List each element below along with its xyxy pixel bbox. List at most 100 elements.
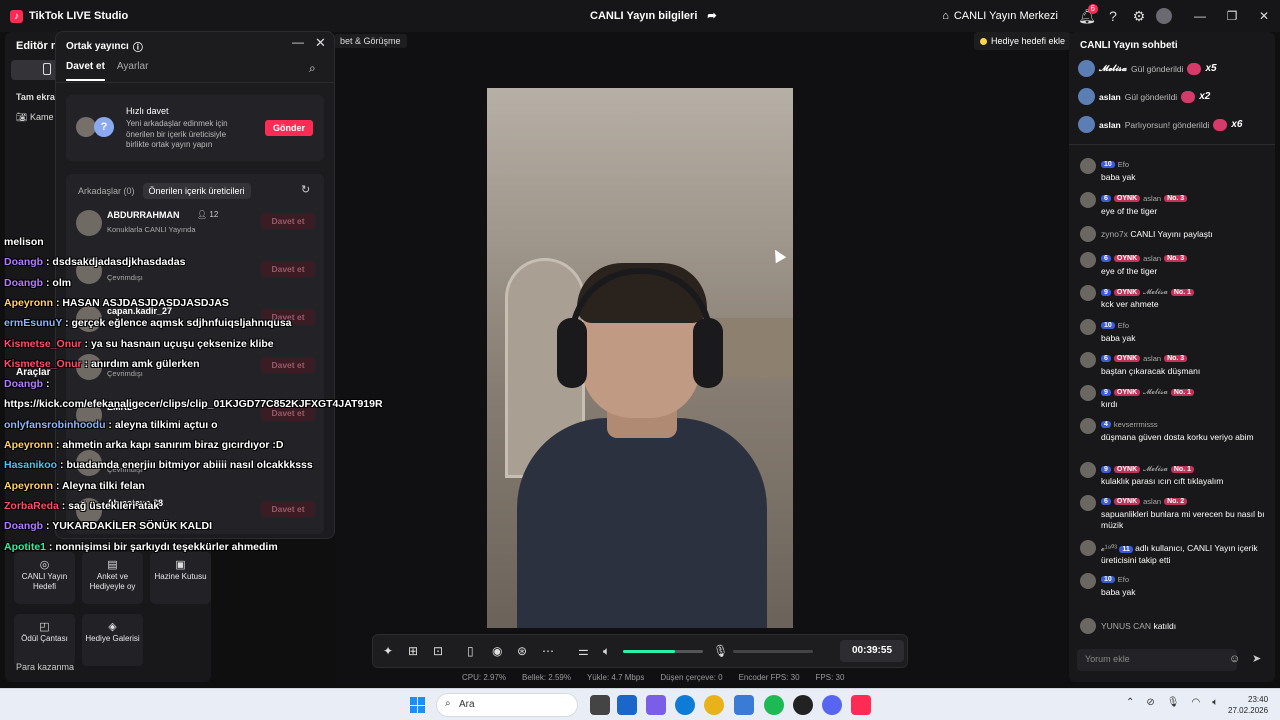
microphone-icon[interactable]: 🎙︎	[713, 644, 728, 658]
overlay-chat-user: Apeyronn	[4, 479, 54, 492]
bell-icon[interactable]: 🔔︎ 6	[1074, 3, 1100, 29]
overlay-chat-text: : gerçek eğlence aqmsk sdjhnfuiqsljahnıq…	[65, 317, 292, 330]
outlook-icon[interactable]	[617, 695, 637, 715]
mic-tray-icon[interactable]: 🎙︎	[1167, 697, 1180, 708]
chrome-icon[interactable]	[704, 695, 724, 715]
message-meta: 9 OYNK 𝓜𝓮𝓵𝓲𝓼𝓪 No. 1	[1101, 387, 1194, 397]
taskbar-search[interactable]: ⌕ Ara	[436, 693, 578, 717]
minimize-button[interactable]: —	[1184, 0, 1216, 32]
speaker-icon[interactable]: 🔈︎	[603, 644, 610, 659]
avatar	[1080, 285, 1096, 301]
edge-icon[interactable]	[675, 695, 695, 715]
follow-user[interactable]: 𝓮¹⁹⁰³	[1101, 543, 1117, 553]
clock[interactable]: 23:40 27.02.2026	[1228, 694, 1268, 716]
volume-icon[interactable]: 🔈︎	[1212, 697, 1218, 708]
file-explorer-icon[interactable]	[590, 695, 610, 715]
overlay-chat-user: Doangb	[4, 520, 44, 533]
overlay-chat-user: Apeyronn	[4, 439, 54, 451]
wifi-icon[interactable]: ◠	[1191, 697, 1200, 708]
live-center-link[interactable]: ⌂ CANLI Yayın Merkezi	[942, 10, 1058, 22]
chevron-up-icon[interactable]: ⌃	[1126, 697, 1134, 708]
message-user[interactable]: kevserrmisss	[1114, 420, 1158, 429]
send-button[interactable]: Gönder	[265, 120, 313, 136]
record-icon[interactable]: ◉	[492, 644, 502, 658]
headphone-right	[693, 318, 723, 388]
emoji-icon[interactable]: ☺	[1229, 653, 1240, 665]
more-icon[interactable]: ⋯	[542, 644, 554, 658]
tool-poll[interactable]: ▤ Anket ve Hediyeyle oy	[82, 552, 143, 604]
message-user[interactable]: 𝓜𝓮𝓵𝓲𝓼𝓪	[1143, 387, 1168, 397]
overlay-chat-user: Kismetse_Onur	[4, 337, 82, 350]
invite-button[interactable]: Davet et	[261, 357, 315, 373]
live-info[interactable]: CANLI Yayın bilgileri ➦	[590, 9, 717, 23]
gear-icon[interactable]: ⚙	[1126, 3, 1152, 29]
overlay-chat-text: : buadamda enerjiıı bitmiyor abiiii nası…	[60, 459, 313, 472]
avatar[interactable]	[1156, 8, 1172, 24]
message-user[interactable]: aslan	[1143, 254, 1161, 263]
add-gift-goal-button[interactable]: Hediye hedefi ekle	[974, 32, 1072, 50]
layout-icon[interactable]: ⊡	[433, 644, 443, 658]
close-button[interactable]: ✕	[1248, 0, 1280, 32]
message-user[interactable]: 𝓜𝓮𝓵𝓲𝓼𝓪	[1143, 464, 1168, 474]
invite-button[interactable]: Davet et	[261, 501, 315, 517]
notification-badge: 6	[1087, 4, 1098, 14]
add-source-icon[interactable]: ⊞	[408, 644, 418, 658]
camera-switch-icon[interactable]: ⊛	[517, 644, 527, 658]
tool-reward-bag[interactable]: ◰ Ödül Çantası	[14, 614, 75, 666]
network-icon[interactable]: ⊘	[1146, 697, 1154, 708]
send-icon[interactable]: ➤	[1252, 652, 1261, 665]
fan-club-badge: OYNK	[1113, 255, 1141, 262]
invite-button[interactable]: Davet et	[261, 261, 315, 277]
camera-source[interactable]: 📷︎ Kame	[16, 112, 53, 123]
info-icon[interactable]: ⓘ	[133, 39, 143, 54]
tool-live-goal[interactable]: ◎ CANLI Yayın Hedefi	[14, 552, 75, 604]
minimize-icon[interactable]: —	[292, 35, 304, 49]
settings-app-icon[interactable]	[734, 695, 754, 715]
maximize-button[interactable]: ❐	[1216, 0, 1248, 32]
help-icon[interactable]: ?	[1100, 3, 1126, 29]
tool-label: Anket ve Hediyeyle oy	[89, 572, 136, 591]
search-icon[interactable]: ⌕	[309, 61, 316, 76]
discord-icon[interactable]	[822, 695, 842, 715]
join-user[interactable]: YUNUS CAN	[1101, 621, 1151, 631]
windows-start-icon[interactable]	[410, 697, 426, 713]
comment-input[interactable]: Yorum ekle	[1077, 649, 1237, 671]
stat-fps: FPS: 30	[815, 673, 845, 682]
message-user[interactable]: Efo	[1118, 160, 1129, 169]
message-user[interactable]: Efo	[1118, 575, 1129, 584]
app-icon[interactable]	[793, 695, 813, 715]
spotify-icon[interactable]	[764, 695, 784, 715]
mic-slider[interactable]	[733, 650, 813, 653]
volume-slider[interactable]	[623, 650, 703, 653]
refresh-icon[interactable]: ↻	[301, 183, 310, 196]
tab-suggested-creators[interactable]: Önerilen içerik üreticileri	[142, 183, 251, 199]
copilot-icon[interactable]	[646, 695, 666, 715]
rank-badge: No. 3	[1164, 255, 1188, 262]
message-text: baba yak	[1101, 587, 1136, 597]
magic-wand-icon[interactable]: ✦	[383, 644, 393, 658]
tool-treasure-box[interactable]: ▣ Hazine Kutusu	[150, 552, 211, 604]
home-icon: ⌂	[942, 10, 949, 22]
tab-settings[interactable]: Ayarlar	[117, 61, 149, 81]
tool-gift-gallery[interactable]: ◈ Hediye Galerisi	[82, 614, 143, 666]
settings-sliders-icon[interactable]: ⚌	[578, 644, 589, 658]
overlay-chat-line: Doangb :	[4, 378, 50, 390]
message-user[interactable]: aslan	[1143, 354, 1161, 363]
message-user[interactable]: Efo	[1118, 321, 1129, 330]
share-arrow-icon[interactable]: ➦	[707, 9, 716, 22]
message-text: eye of the tiger	[1101, 266, 1158, 276]
level-badge: 6	[1101, 195, 1111, 202]
gift-row: 𝓜𝓮𝓵𝓲𝓼𝓪 Gül gönderildi x5	[1078, 60, 1217, 77]
message-user[interactable]: aslan	[1143, 497, 1161, 506]
tab-friends[interactable]: Arkadaşlar (0)	[78, 186, 135, 196]
tiktok-live-studio-icon[interactable]	[851, 695, 871, 715]
message-user[interactable]: aslan	[1143, 194, 1161, 203]
quick-invite-card: ? Hızlı davet Yeni arkadaşlar edinmek iç…	[66, 95, 324, 161]
portrait-icon[interactable]: ▯	[467, 644, 474, 658]
close-icon[interactable]: ✕	[315, 35, 326, 51]
tab-invite[interactable]: Davet et	[66, 61, 105, 81]
invite-button[interactable]: Davet et	[261, 213, 315, 229]
match-label[interactable]: bet & Görüşme	[334, 34, 407, 48]
share-user[interactable]: zyno7x	[1101, 229, 1128, 239]
message-user[interactable]: 𝓜𝓮𝓵𝓲𝓼𝓪	[1143, 287, 1168, 297]
